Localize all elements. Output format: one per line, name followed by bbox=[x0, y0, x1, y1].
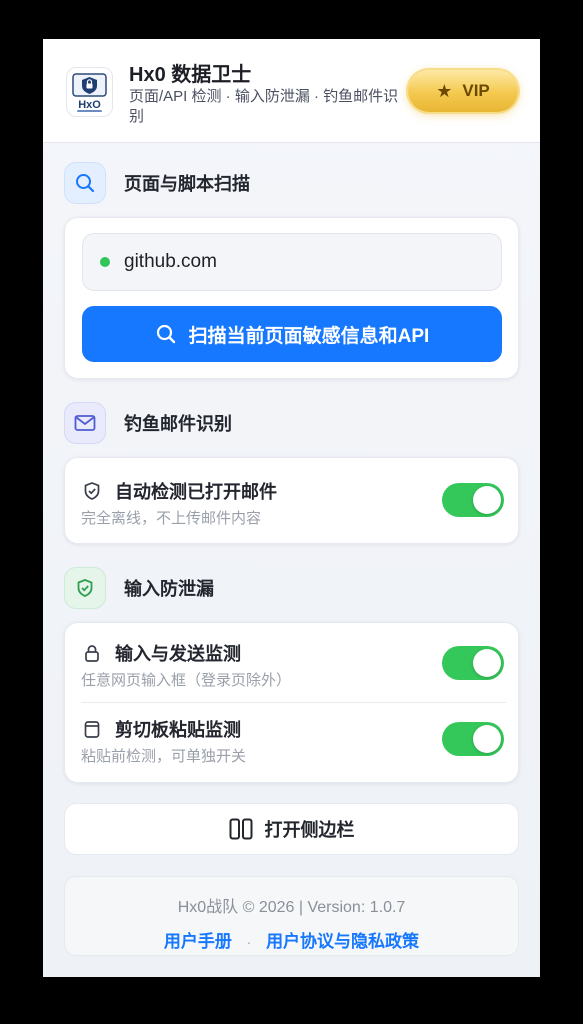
app-logo: HxO bbox=[66, 67, 113, 117]
search-icon bbox=[64, 162, 106, 204]
open-sidebar-button[interactable]: 打开侧边栏 bbox=[64, 803, 519, 855]
scan-section-title: 页面与脚本扫描 bbox=[124, 174, 250, 194]
search-icon bbox=[156, 324, 175, 344]
current-url-field: github.com bbox=[82, 233, 502, 291]
scan-card: github.com 扫描当前页面敏感信息和API bbox=[64, 217, 519, 379]
scan-section-header: 页面与脚本扫描 bbox=[64, 162, 250, 204]
auto-detect-mail-toggle[interactable] bbox=[442, 483, 504, 517]
scan-button-label: 扫描当前页面敏感信息和API bbox=[188, 325, 430, 347]
logo-text: HxO bbox=[78, 99, 101, 111]
auto-detect-mail-desc: 完全离线，不上传邮件内容 bbox=[81, 510, 262, 527]
clipboard-icon bbox=[81, 718, 103, 740]
shield-icon bbox=[81, 480, 103, 502]
shield-check-icon bbox=[64, 567, 106, 609]
leak-section-header: 输入防泄漏 bbox=[64, 567, 214, 609]
input-send-monitor-toggle[interactable] bbox=[442, 646, 504, 680]
app-title: Hx0 数据卫士 bbox=[129, 64, 252, 86]
scan-page-button[interactable]: 扫描当前页面敏感信息和API bbox=[82, 306, 502, 362]
popup-footer: Hx0战队 © 2026 | Version: 1.0.7 用户手册 · 用户协… bbox=[64, 876, 519, 956]
input-send-monitor-title: 输入与发送监测 bbox=[115, 644, 241, 664]
status-dot bbox=[100, 257, 110, 267]
user-manual-link[interactable]: 用户手册 bbox=[164, 932, 232, 951]
phishing-section-title: 钓鱼邮件识别 bbox=[124, 414, 232, 434]
user-agreement-link[interactable]: 用户协议与隐私政策 bbox=[266, 932, 419, 951]
input-send-monitor-desc: 任意网页输入框（登录页除外） bbox=[81, 672, 292, 689]
lock-icon bbox=[81, 642, 103, 664]
popup-header: HxO Hx0 数据卫士 页面/API 检测 · 输入防泄漏 · 钓鱼邮件识别 … bbox=[43, 39, 540, 143]
mail-icon bbox=[64, 402, 106, 444]
link-separator: · bbox=[246, 934, 252, 950]
app-subtitle: 页面/API 检测 · 输入防泄漏 · 钓鱼邮件识别 bbox=[129, 88, 399, 125]
input-send-monitor-row: 输入与发送监测 任意网页输入框（登录页除外） bbox=[81, 640, 504, 690]
version-text: Hx0战队 © 2026 | Version: 1.0.7 bbox=[177, 899, 406, 916]
phishing-card: 自动检测已打开邮件 完全离线，不上传邮件内容 bbox=[64, 457, 519, 544]
leak-section-title: 输入防泄漏 bbox=[124, 579, 214, 599]
extension-popup: HxO Hx0 数据卫士 页面/API 检测 · 输入防泄漏 · 钓鱼邮件识别 … bbox=[43, 39, 540, 977]
current-url: github.com bbox=[124, 251, 217, 272]
footer-links: 用户手册 · 用户协议与隐私政策 bbox=[65, 927, 518, 952]
phishing-section-header: 钓鱼邮件识别 bbox=[64, 402, 232, 444]
star-icon: ★ bbox=[436, 80, 453, 101]
clipboard-monitor-row: 剪切板粘贴监测 粘贴前检测，可单独开关 bbox=[81, 716, 504, 766]
auto-detect-mail-title: 自动检测已打开邮件 bbox=[115, 482, 277, 502]
leak-card: 输入与发送监测 任意网页输入框（登录页除外） 剪切板粘贴监测 粘贴前检测，可单独… bbox=[64, 622, 519, 783]
clipboard-monitor-toggle[interactable] bbox=[442, 722, 504, 756]
clipboard-monitor-desc: 粘贴前检测，可单独开关 bbox=[81, 748, 247, 765]
row-divider bbox=[81, 702, 506, 703]
clipboard-monitor-title: 剪切板粘贴监测 bbox=[115, 720, 241, 740]
vip-button[interactable]: ★ VIP bbox=[408, 70, 518, 112]
auto-detect-mail-row: 自动检测已打开邮件 完全离线，不上传邮件内容 bbox=[81, 478, 504, 528]
vip-label: VIP bbox=[462, 81, 490, 100]
sidebar-icon bbox=[229, 818, 252, 840]
open-sidebar-label: 打开侧边栏 bbox=[264, 820, 355, 840]
